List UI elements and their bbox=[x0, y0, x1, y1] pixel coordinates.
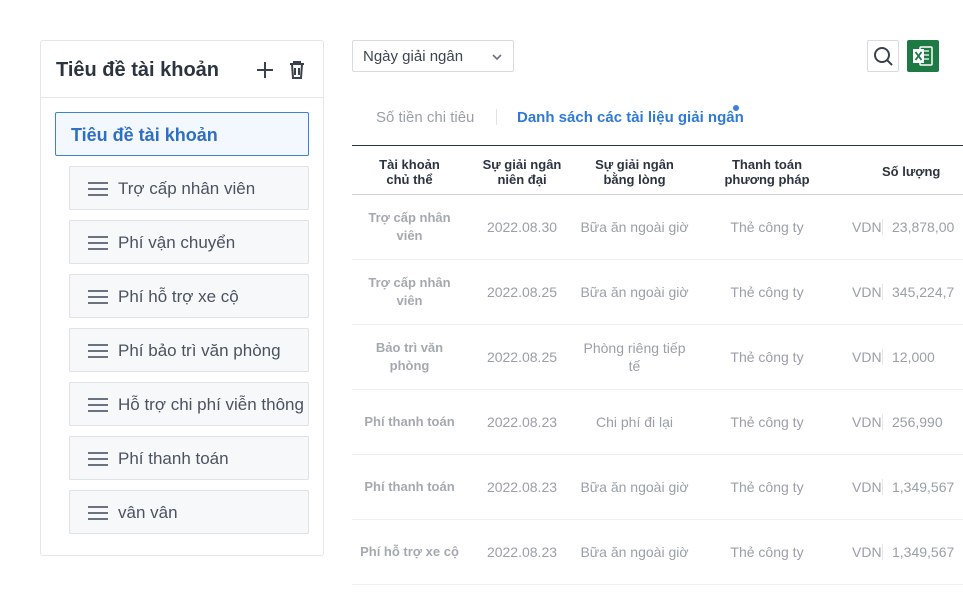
cell-amount: 256,990 bbox=[882, 390, 963, 455]
cell-method: Thẻ công ty bbox=[730, 544, 804, 560]
cell-date: 2022.08.30 bbox=[486, 219, 558, 235]
account-title-panel: Tiêu đề tài khoản Tiêu đề tài khoản Trợ … bbox=[40, 40, 324, 556]
cell-account: Phí thanh toán bbox=[364, 479, 455, 494]
cell-content: Bữa ăn ngoài giờ bbox=[580, 284, 689, 300]
drag-handle-icon[interactable] bbox=[88, 398, 108, 412]
cell-amount: 1,349,567 bbox=[882, 520, 963, 585]
header-account[interactable]: Tài khoản chủ thể bbox=[352, 146, 467, 195]
cell-amount: 23,878,00 bbox=[882, 195, 963, 260]
cell-account: Phí hỗ trợ xe cộ bbox=[360, 544, 459, 559]
table-row[interactable]: Trợ cấp nhân viên 2022.08.30 Bữa ăn ngoài … bbox=[352, 195, 963, 260]
drag-handle-icon[interactable] bbox=[88, 452, 108, 466]
cell-date: 2022.08.25 bbox=[486, 349, 558, 365]
date-type-select[interactable]: Ngày giải ngân bbox=[352, 40, 514, 72]
cell-content: Bữa ăn ngoài giờ bbox=[580, 544, 689, 560]
cell-content: Bữa ăn ngoài giờ bbox=[580, 479, 689, 495]
cell-content: Phòng riêng tiếp tế bbox=[583, 340, 686, 374]
cell-date: 2022.08.23 bbox=[486, 479, 558, 495]
cell-currency: VDN bbox=[852, 479, 882, 495]
list-item[interactable]: Phí thanh toán bbox=[69, 436, 309, 480]
trash-icon[interactable] bbox=[285, 58, 309, 82]
list-item[interactable]: Trợ cấp nhân viên bbox=[69, 166, 309, 210]
list-item-label: Phí bảo trì văn phòng bbox=[118, 341, 281, 360]
cell-content: Bữa ăn ngoài giờ bbox=[580, 219, 689, 235]
search-button[interactable] bbox=[867, 40, 899, 72]
cell-account: Trợ cấp nhân viên bbox=[368, 275, 451, 308]
list-item[interactable]: Phí vận chuyển bbox=[69, 220, 309, 264]
date-select-value: Ngày giải ngân bbox=[363, 48, 464, 65]
cell-amount: 345,224,7 bbox=[882, 260, 963, 325]
plus-icon[interactable] bbox=[253, 58, 277, 82]
panel-header: Tiêu đề tài khoản bbox=[41, 41, 323, 98]
drag-handle-icon[interactable] bbox=[88, 290, 108, 304]
cell-date: 2022.08.23 bbox=[486, 414, 558, 430]
drag-handle-icon[interactable] bbox=[88, 506, 108, 520]
cell-method: Thẻ công ty bbox=[730, 349, 804, 365]
list-item-label: Hỗ trợ chi phí viễn thông bbox=[118, 395, 304, 414]
header-date[interactable]: Sự giải ngân niên đại bbox=[467, 146, 577, 195]
cell-currency: VDN bbox=[852, 219, 882, 235]
header-method[interactable]: Thanh toán phương pháp bbox=[692, 146, 842, 195]
list-item[interactable]: vân vân bbox=[69, 490, 309, 534]
panel-title: Tiêu đề tài khoản bbox=[56, 59, 219, 81]
cell-account: Trợ cấp nhân viên bbox=[368, 210, 451, 243]
list-item[interactable]: Phí bảo trì văn phòng bbox=[69, 328, 309, 372]
chevron-down-icon bbox=[491, 50, 503, 62]
cell-account: Phí thanh toán bbox=[364, 414, 455, 429]
selected-account-title[interactable]: Tiêu đề tài khoản bbox=[55, 112, 309, 156]
cell-method: Thẻ công ty bbox=[730, 479, 804, 495]
disbursement-table: Tài khoản chủ thể Sự giải ngân niên đại Sự… bbox=[352, 145, 963, 585]
cell-method: Thẻ công ty bbox=[730, 284, 804, 300]
search-icon bbox=[874, 47, 893, 66]
tab-bar: Số tiền chi tiêu Danh sách các tài liệu … bbox=[352, 100, 963, 136]
table-row[interactable]: Bảo trì văn phòng 2022.08.25 Phòng riêng t… bbox=[352, 325, 963, 390]
drag-handle-icon[interactable] bbox=[88, 236, 108, 250]
table-row[interactable]: Trợ cấp nhân viên 2022.08.25 Bữa ăn ngoài … bbox=[352, 260, 963, 325]
excel-export-button[interactable] bbox=[907, 40, 939, 72]
cell-date: 2022.08.25 bbox=[486, 284, 558, 300]
list-item-label: Phí vận chuyển bbox=[118, 233, 236, 252]
table-row[interactable]: Phí thanh toán 2022.08.23 Bữa ăn ngoài giờ… bbox=[352, 455, 963, 520]
drag-handle-icon[interactable] bbox=[88, 182, 108, 196]
cell-account: Bảo trì văn phòng bbox=[375, 340, 444, 373]
cell-method: Thẻ công ty bbox=[730, 219, 804, 235]
cell-currency: VDN bbox=[852, 414, 882, 430]
cell-date: 2022.08.23 bbox=[486, 544, 558, 560]
list-item-label: Phí hỗ trợ xe cộ bbox=[118, 287, 239, 306]
cell-currency: VDN bbox=[852, 544, 882, 560]
new-indicator-dot bbox=[733, 105, 739, 111]
cell-currency: VDN bbox=[852, 284, 882, 300]
header-amount[interactable]: Số lượng bbox=[882, 146, 963, 195]
cell-amount: 12,000 bbox=[882, 325, 963, 390]
cell-currency: VDN bbox=[852, 349, 882, 365]
cell-amount: 1,349,567 bbox=[882, 455, 963, 520]
tab-disbursement-documents[interactable]: Danh sách các tài liệu giải ngân bbox=[517, 109, 744, 126]
list-item-label: Phí thanh toán bbox=[118, 449, 229, 468]
tab-divider bbox=[496, 109, 497, 125]
list-item-label: Trợ cấp nhân viên bbox=[118, 179, 256, 198]
table-header-row: Tài khoản chủ thể Sự giải ngân niên đại Sự… bbox=[352, 145, 963, 195]
header-content[interactable]: Sự giải ngân bằng lòng bbox=[577, 146, 692, 195]
excel-icon bbox=[913, 46, 933, 66]
table-row[interactable]: Phí hỗ trợ xe cộ 2022.08.23 Bữa ăn ngoài g… bbox=[352, 520, 963, 585]
list-item[interactable]: Phí hỗ trợ xe cộ bbox=[69, 274, 309, 318]
list-item-label: vân vân bbox=[118, 503, 178, 522]
table-row[interactable]: Phí thanh toán 2022.08.23 Chi phí đi lại Th… bbox=[352, 390, 963, 455]
account-item-list: Trợ cấp nhân viên Phí vận chuyển Phí hỗ … bbox=[69, 166, 309, 544]
drag-handle-icon[interactable] bbox=[88, 344, 108, 358]
cell-content: Chi phí đi lại bbox=[595, 414, 674, 430]
header-currency bbox=[842, 146, 882, 195]
list-item[interactable]: Hỗ trợ chi phí viễn thông bbox=[69, 382, 309, 426]
tab-spending-amount[interactable]: Số tiền chi tiêu bbox=[376, 109, 474, 126]
cell-method: Thẻ công ty bbox=[730, 414, 804, 430]
